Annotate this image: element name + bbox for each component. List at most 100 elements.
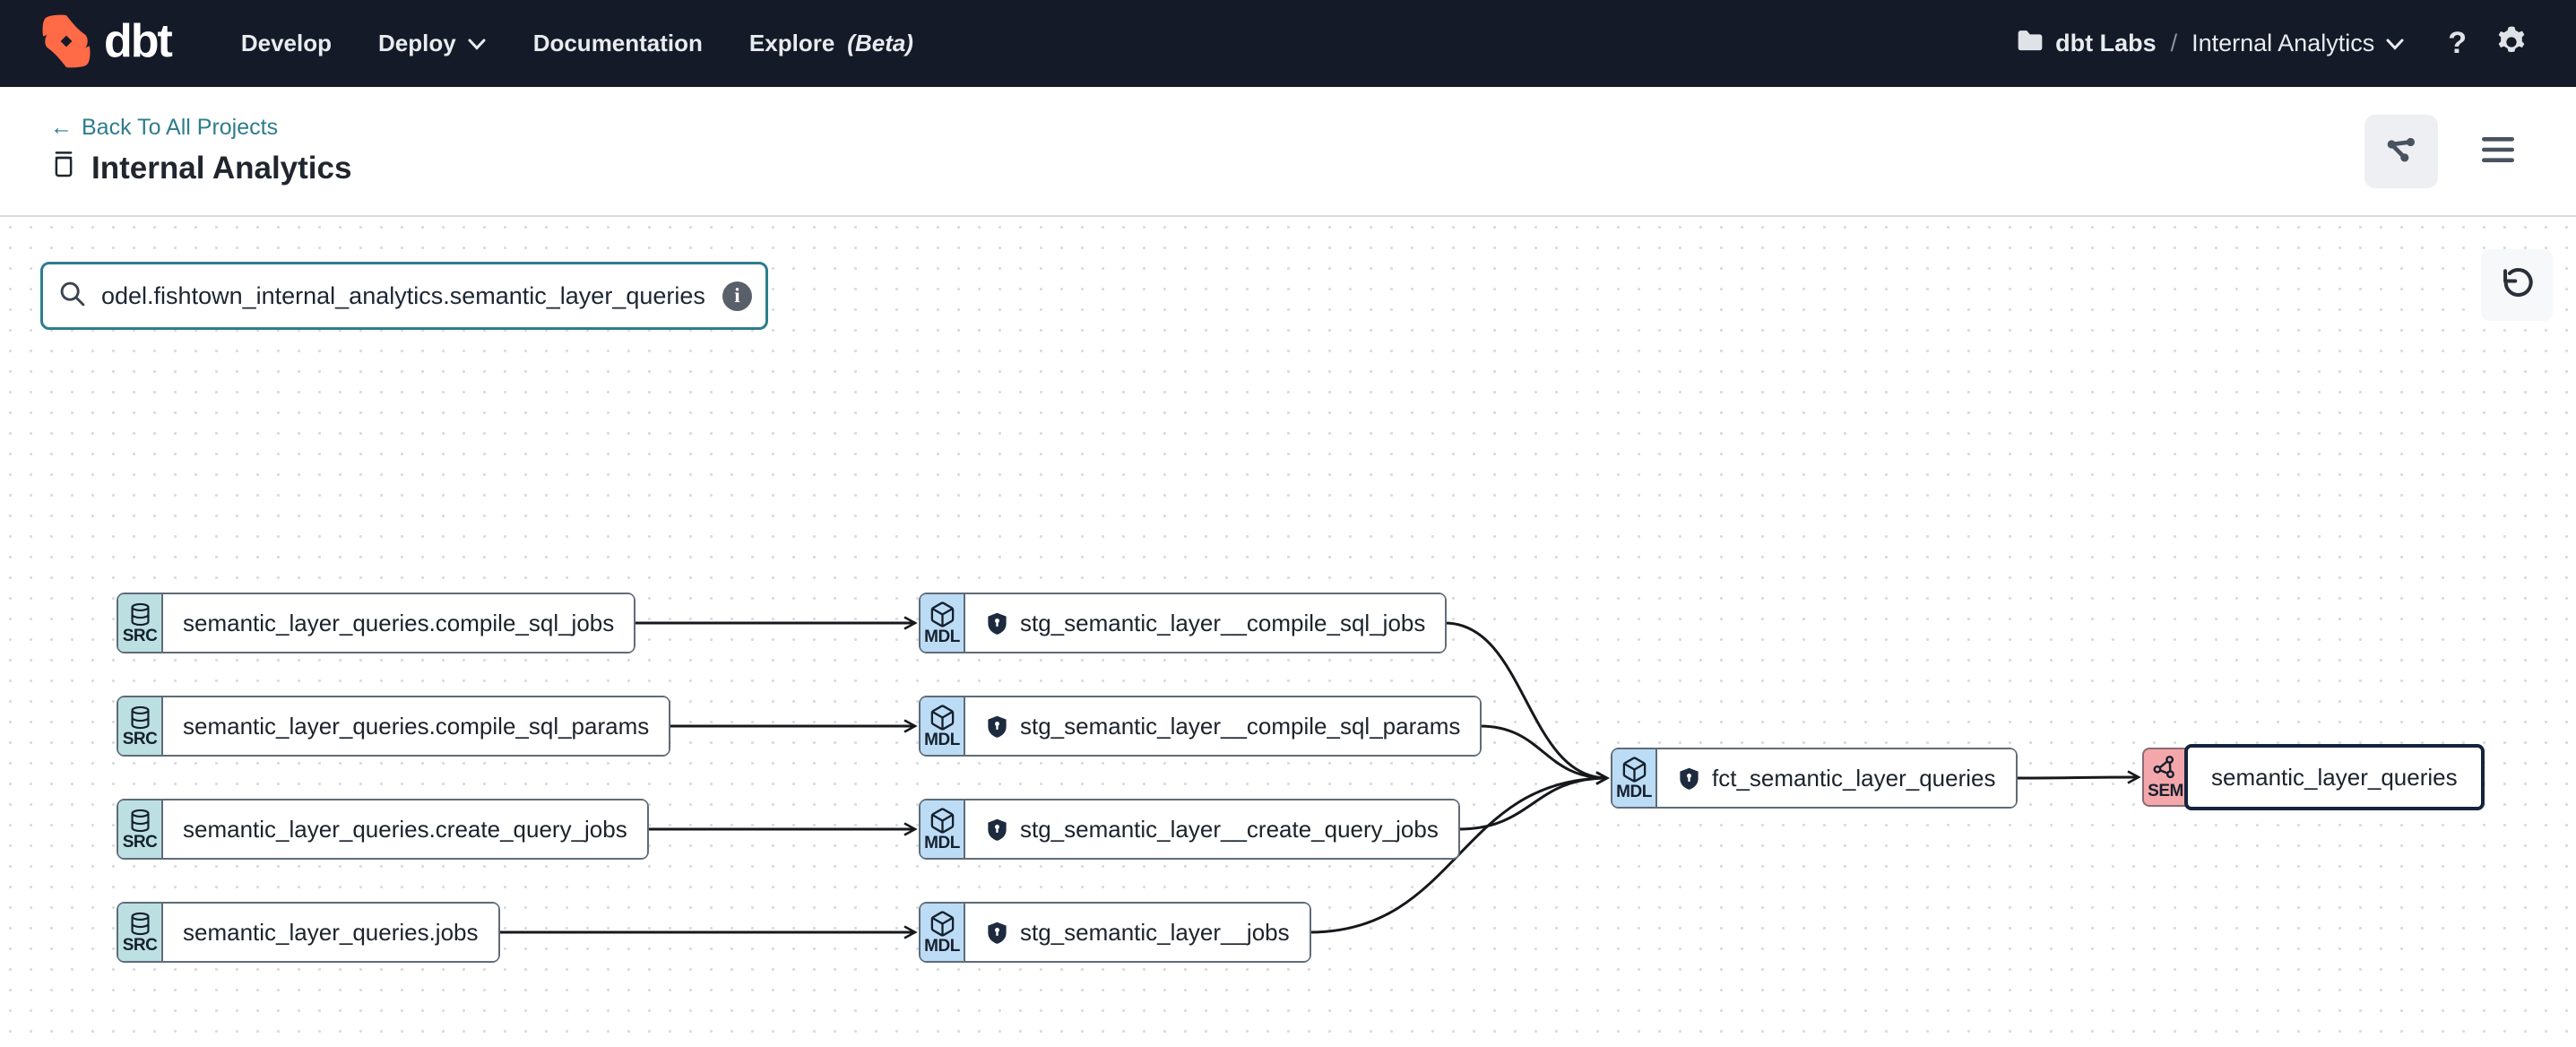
lineage-node-sem[interactable]: SEM semantic_layer_queries — [2142, 744, 2485, 810]
nav-item-explore-beta-tag: (Beta) — [847, 30, 913, 57]
node-name-box: semantic_layer_queries.compile_sql_param… — [163, 697, 669, 755]
node-label: stg_semantic_layer__compile_sql_jobs — [1020, 610, 1425, 637]
node-type-label: MDL — [924, 938, 960, 956]
shield-lock-icon — [985, 714, 1009, 739]
shield-lock-icon — [985, 818, 1009, 842]
nav-item-develop[interactable]: Develop — [241, 30, 332, 57]
lineage-node-mdl3[interactable]: MDL stg_semantic_layer__create_query_job… — [919, 799, 1460, 860]
node-type-badge: SRC — [118, 594, 163, 652]
node-label: semantic_layer_queries — [2211, 764, 2458, 792]
breadcrumb-separator: / — [2171, 30, 2178, 57]
database-icon — [127, 705, 153, 731]
node-type-badge: MDL — [1612, 749, 1657, 807]
question-mark-icon: ? — [2448, 26, 2467, 60]
node-type-badge: MDL — [921, 904, 965, 961]
lineage-node-mdl2[interactable]: MDL stg_semantic_layer__compile_sql_para… — [919, 696, 1482, 757]
nav-item-documentation[interactable]: Documentation — [533, 30, 703, 57]
node-name-box: stg_semantic_layer__compile_sql_params — [965, 697, 1480, 755]
info-circle-icon[interactable]: i — [722, 281, 752, 311]
node-type-label: MDL — [924, 835, 960, 852]
node-name-box: semantic_layer_queries — [2184, 744, 2485, 810]
edge-mdl2-to-fct — [1480, 726, 1607, 778]
node-label: semantic_layer_queries.jobs — [183, 919, 479, 947]
node-name-box: semantic_layer_queries.compile_sql_jobs — [163, 594, 634, 652]
nav-item-documentation-label: Documentation — [533, 30, 703, 57]
semantic-graph-icon — [2152, 755, 2180, 783]
page-header-left: ← Back To All Projects Internal Analytic… — [50, 115, 351, 187]
list-menu-button[interactable] — [2461, 115, 2535, 188]
dbt-logo-icon — [36, 13, 97, 74]
node-type-badge: MDL — [921, 800, 965, 858]
lineage-node-mdl1[interactable]: MDL stg_semantic_layer__compile_sql_jobs — [919, 593, 1447, 653]
lineage-node-fct[interactable]: MDL fct_semantic_layer_queries — [1611, 748, 2018, 809]
lineage-canvas[interactable]: odel.fishtown_internal_analytics.semanti… — [0, 217, 2576, 1047]
shield-lock-icon — [1677, 766, 1701, 791]
top-navbar: dbt Develop Deploy Documentation Explore… — [0, 0, 2576, 87]
node-name-box: semantic_layer_queries.jobs — [163, 904, 498, 961]
project-name: Internal Analytics — [2191, 30, 2374, 57]
node-type-label: SRC — [123, 834, 158, 852]
lineage-graph-icon — [2384, 133, 2418, 169]
back-link-label: Back To All Projects — [82, 115, 278, 141]
node-label: stg_semantic_layer__create_query_jobs — [1020, 816, 1439, 844]
lineage-search-input[interactable]: odel.fishtown_internal_analytics.semanti… — [101, 282, 708, 310]
navbar-menu: Develop Deploy Documentation Explore (Be… — [241, 30, 913, 57]
node-type-badge: SEM — [2142, 748, 2187, 807]
lineage-node-src1[interactable]: SRC semantic_layer_queries.compile_sql_j… — [117, 593, 635, 653]
org-name: dbt Labs — [2055, 30, 2157, 57]
view-toolbar — [2364, 115, 2535, 188]
lineage-view-button[interactable] — [2364, 115, 2438, 188]
chevron-down-icon — [2385, 30, 2405, 57]
lineage-node-src2[interactable]: SRC semantic_layer_queries.compile_sql_p… — [117, 696, 670, 757]
nav-item-explore[interactable]: Explore (Beta) — [749, 30, 913, 57]
lineage-node-src3[interactable]: SRC semantic_layer_queries.create_query_… — [117, 799, 649, 860]
cube-icon — [929, 704, 956, 731]
node-name-box: stg_semantic_layer__jobs — [965, 904, 1310, 961]
node-type-label: SRC — [123, 937, 158, 955]
database-icon — [127, 808, 153, 834]
page-title-row: Internal Analytics — [50, 150, 351, 187]
magnifier-icon — [57, 279, 87, 313]
chevron-down-icon — [467, 30, 487, 57]
settings-button[interactable] — [2488, 23, 2535, 64]
lineage-search-box[interactable]: odel.fishtown_internal_analytics.semanti… — [40, 262, 768, 330]
node-label: semantic_layer_queries.create_query_jobs — [183, 816, 627, 844]
node-label: stg_semantic_layer__compile_sql_params — [1020, 713, 1460, 740]
node-type-label: MDL — [924, 731, 960, 749]
node-type-label: MDL — [1616, 783, 1652, 801]
node-type-badge: SRC — [118, 697, 163, 755]
node-type-label: SRC — [123, 731, 158, 748]
shield-lock-icon — [985, 611, 1009, 636]
node-type-label: MDL — [924, 628, 960, 646]
node-name-box: semantic_layer_queries.create_query_jobs — [163, 800, 647, 858]
nav-item-deploy-label: Deploy — [378, 30, 456, 57]
node-type-badge: MDL — [921, 594, 965, 652]
gear-icon — [2494, 24, 2529, 63]
node-label: fct_semantic_layer_queries — [1712, 765, 1996, 792]
cube-icon — [1621, 756, 1648, 783]
nav-item-develop-label: Develop — [241, 30, 332, 57]
nav-item-deploy[interactable]: Deploy — [378, 30, 487, 57]
node-name-box: fct_semantic_layer_queries — [1657, 749, 2016, 807]
nav-item-explore-label: Explore — [749, 30, 834, 57]
cube-icon — [929, 910, 956, 938]
lineage-node-mdl4[interactable]: MDL stg_semantic_layer__jobs — [919, 902, 1311, 963]
folder-icon — [2016, 29, 2044, 59]
back-to-projects-link[interactable]: ← Back To All Projects — [50, 115, 351, 141]
arrow-left-icon: ← — [50, 115, 73, 141]
lineage-node-src4[interactable]: SRC semantic_layer_queries.jobs — [117, 902, 500, 963]
reset-view-button[interactable] — [2481, 249, 2553, 321]
help-button[interactable]: ? — [2442, 25, 2472, 62]
page-title: Internal Analytics — [91, 151, 351, 186]
page-header: ← Back To All Projects Internal Analytic… — [0, 87, 2576, 217]
node-label: semantic_layer_queries.compile_sql_param… — [183, 713, 649, 740]
node-label: stg_semantic_layer__jobs — [1020, 919, 1290, 947]
dbt-logo[interactable]: dbt — [36, 13, 171, 74]
node-name-box: stg_semantic_layer__create_query_jobs — [965, 800, 1458, 858]
database-icon — [127, 601, 153, 627]
node-label: semantic_layer_queries.compile_sql_jobs — [183, 610, 614, 637]
project-selector[interactable]: Internal Analytics — [2191, 30, 2405, 57]
rotate-ccw-icon — [2498, 265, 2536, 306]
database-icon — [127, 911, 153, 937]
org-breadcrumb[interactable]: dbt Labs — [2016, 29, 2157, 59]
